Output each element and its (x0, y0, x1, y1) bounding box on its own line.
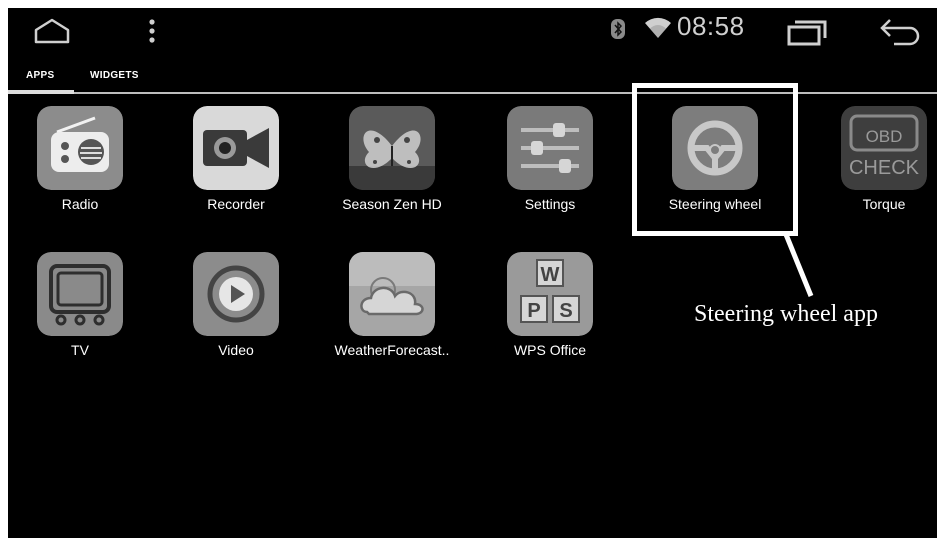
overflow-menu-icon[interactable] (144, 18, 160, 46)
wps-s-letter: S (559, 300, 572, 322)
app-weather-forecast[interactable]: WeatherForecast.. (328, 252, 456, 382)
app-label: Recorder (207, 196, 265, 212)
clock: 08:58 (677, 11, 745, 41)
check-text: CHECK (849, 157, 920, 179)
play-icon (193, 252, 279, 336)
app-label: TV (71, 342, 89, 358)
back-arrow-icon[interactable] (876, 16, 924, 46)
app-wps-office[interactable]: W P S WPS Office (486, 252, 614, 382)
obd-text: OBD (866, 127, 903, 146)
app-video[interactable]: Video (172, 252, 300, 382)
video-camera-icon (193, 106, 279, 190)
app-settings[interactable]: Settings (486, 106, 614, 236)
sliders-icon (507, 106, 593, 190)
wps-w-letter: W (541, 264, 560, 286)
app-radio[interactable]: Radio (16, 106, 144, 236)
recent-apps-icon[interactable] (786, 18, 828, 46)
butterfly-photo-icon (349, 106, 435, 190)
wps-icon: W P S (507, 252, 593, 336)
tab-apps[interactable]: APPS (26, 70, 54, 81)
selected-tab-indicator (8, 90, 74, 94)
app-label: Settings (524, 196, 576, 212)
home-icon[interactable] (34, 18, 70, 44)
app-label: Season Zen HD (342, 196, 442, 212)
app-torque[interactable]: OBD CHECK Torque (820, 106, 937, 236)
status-bar: 08:58 (8, 8, 937, 48)
tab-widgets[interactable]: WIDGETS (90, 70, 139, 81)
app-label: WPS Office (513, 342, 587, 358)
tv-icon (37, 252, 123, 336)
radio-icon (37, 106, 123, 190)
app-tv[interactable]: TV (16, 252, 144, 382)
wps-p-letter: P (527, 300, 540, 322)
app-recorder[interactable]: Recorder (172, 106, 300, 236)
app-label: Video (218, 342, 254, 358)
highlight-box (632, 83, 798, 236)
callout-label: Steering wheel app (694, 301, 878, 327)
bluetooth-icon (611, 19, 625, 39)
android-launcher-screen: 08:58 APPS WIDGETS Radio Recorder Season… (8, 8, 937, 538)
app-label: Radio (61, 196, 99, 212)
cloud-sun-icon (349, 252, 435, 336)
app-season-zen-hd[interactable]: Season Zen HD (328, 106, 456, 236)
wifi-icon (644, 17, 672, 39)
obd-check-icon: OBD CHECK (841, 106, 927, 190)
app-label: WeatherForecast.. (334, 342, 450, 358)
app-label: Torque (862, 196, 906, 212)
